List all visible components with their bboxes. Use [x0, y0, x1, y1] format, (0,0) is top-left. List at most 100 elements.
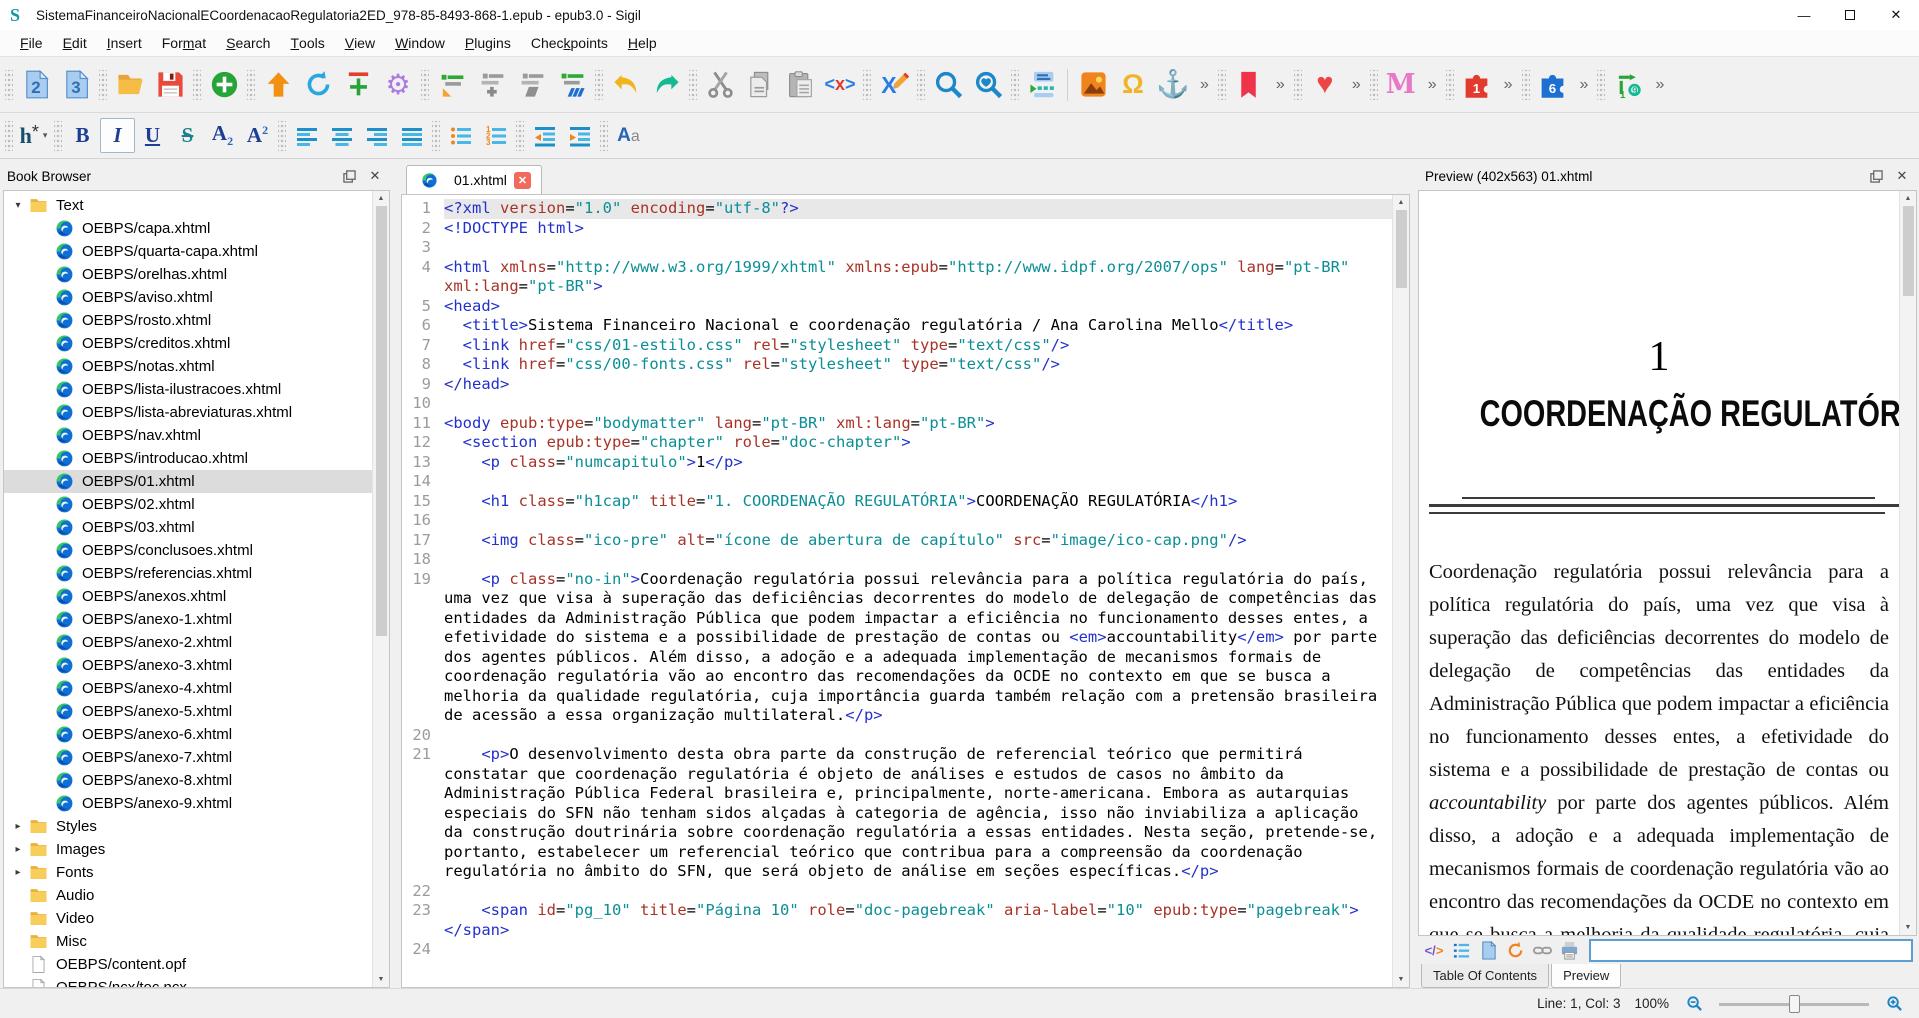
tree-item[interactable]: Video [4, 907, 372, 930]
special-character-button[interactable]: Ω [1113, 65, 1153, 105]
menu-help[interactable]: Help [618, 30, 667, 56]
tree-item[interactable]: OEBPS/introducao.xhtml [4, 447, 372, 470]
index-editor-button[interactable] [1022, 65, 1062, 105]
toolbar-grip[interactable] [5, 121, 13, 151]
tree-scrollbar[interactable]: ▲ ▼ [372, 191, 389, 987]
toc-view-button[interactable] [1449, 938, 1473, 962]
tree-item[interactable]: OEBPS/lista-abreviaturas.xhtml [4, 401, 372, 424]
plugin-1-button[interactable]: 1 [1457, 65, 1497, 105]
strikethrough-button[interactable]: S [170, 118, 205, 153]
bullet-list-button[interactable] [443, 118, 478, 153]
numbered-list-button[interactable]: 123 [478, 118, 513, 153]
scroll-thumb[interactable] [1396, 210, 1407, 288]
scroll-thumb[interactable] [1903, 206, 1914, 296]
align-center-button[interactable] [324, 118, 359, 153]
tree-item[interactable]: OEBPS/02.xhtml [4, 493, 372, 516]
tree-item[interactable]: OEBPS/ncx/toc.ncx [4, 976, 372, 987]
document-button[interactable] [1476, 938, 1500, 962]
favorites-button[interactable]: ♥ [1305, 65, 1345, 105]
toolbar-grip[interactable] [516, 121, 524, 151]
settings-button[interactable]: ⚙ [378, 65, 418, 105]
tree-item[interactable]: ▾Text [4, 194, 372, 217]
collapse-icon[interactable]: ▾ [10, 200, 26, 211]
expand-icon[interactable]: ▸ [10, 821, 26, 832]
file-tree[interactable]: ▾TextOEBPS/capa.xhtmlOEBPS/quarta-capa.x… [4, 191, 372, 987]
close-dock-icon[interactable]: ✕ [365, 166, 385, 186]
toolbar-overflow-icon[interactable]: » [1428, 76, 1436, 94]
dock-tab-preview[interactable]: Preview [1551, 964, 1621, 988]
tree-item[interactable]: ▸Fonts [4, 861, 372, 884]
float-dock-icon[interactable] [339, 166, 359, 186]
plugin-reorder-button[interactable]: 19 [1608, 65, 1648, 105]
tree-item[interactable]: OEBPS/anexo-3.xhtml [4, 654, 372, 677]
tree-item[interactable]: OEBPS/anexos.xhtml [4, 585, 372, 608]
tree-item[interactable]: OEBPS/quarta-capa.xhtml [4, 240, 372, 263]
scroll-down-icon[interactable]: ▼ [373, 972, 389, 987]
scroll-down-icon[interactable]: ▼ [1900, 920, 1916, 935]
print-button[interactable] [1557, 938, 1581, 962]
tree-item[interactable]: OEBPS/01.xhtml [4, 470, 372, 493]
minimize-button[interactable]: — [1781, 0, 1827, 30]
tree-item[interactable]: OEBPS/anexo-9.xhtml [4, 792, 372, 815]
tree-item[interactable]: OEBPS/referencias.xhtml [4, 562, 372, 585]
zoom-out-icon[interactable] [1683, 993, 1705, 1015]
heading-style-button[interactable]: h*▾ [16, 118, 51, 153]
insert-file-button[interactable] [338, 65, 378, 105]
code-editor[interactable]: 1<?xml version="1.0" encoding="utf-8"?>2… [402, 195, 1392, 987]
menu-view[interactable]: View [335, 30, 385, 56]
toolbar-grip[interactable] [1370, 70, 1378, 100]
toolbar-grip[interactable] [600, 121, 608, 151]
toolbar-grip[interactable] [1011, 70, 1019, 100]
link-cursor-button[interactable] [1530, 938, 1554, 962]
tree-item[interactable]: OEBPS/anexo-6.xhtml [4, 723, 372, 746]
tree-item[interactable]: Audio [4, 884, 372, 907]
toolbar-grip[interactable] [689, 70, 697, 100]
italic-button[interactable]: I [100, 118, 135, 153]
bold-button[interactable]: B [65, 118, 100, 153]
dictionary-button[interactable]: M [1381, 65, 1421, 105]
tree-item[interactable]: Misc [4, 930, 372, 953]
menu-insert[interactable]: Insert [97, 30, 152, 56]
toolbar-overflow-icon[interactable]: » [1276, 76, 1284, 94]
zoom-in-icon[interactable] [1883, 993, 1905, 1015]
tree-item[interactable]: OEBPS/orelhas.xhtml [4, 263, 372, 286]
underline-button[interactable]: U [135, 118, 170, 153]
toolbar-grip[interactable] [863, 70, 871, 100]
toolbar-overflow-icon[interactable]: » [1655, 76, 1663, 94]
expand-icon[interactable]: ▸ [10, 867, 26, 878]
tree-item[interactable]: OEBPS/lista-ilustracoes.xhtml [4, 378, 372, 401]
open-button[interactable] [110, 65, 150, 105]
tree-item[interactable]: ▸Styles [4, 815, 372, 838]
toolbar-grip[interactable] [1522, 70, 1530, 100]
dock-tab-table-of-contents[interactable]: Table Of Contents [1421, 964, 1549, 988]
epub2-version-button[interactable]: 2 [16, 65, 56, 105]
toolbar-grip[interactable] [432, 121, 440, 151]
toolbar-grip[interactable] [278, 121, 286, 151]
scroll-thumb[interactable] [376, 206, 387, 636]
checkpoint-restore-button[interactable] [472, 65, 512, 105]
toolbar-grip[interactable] [1218, 70, 1226, 100]
toolbar-grip[interactable] [193, 70, 201, 100]
change-case-button[interactable]: Aa [611, 118, 646, 153]
epub3-version-button[interactable]: 3 [56, 65, 96, 105]
tree-item[interactable]: OEBPS/notas.xhtml [4, 355, 372, 378]
editor-scrollbar[interactable]: ▲ ▼ [1392, 195, 1409, 987]
tree-item[interactable]: OEBPS/anexo-4.xhtml [4, 677, 372, 700]
menu-plugins[interactable]: Plugins [455, 30, 521, 56]
tree-item[interactable]: ▸Images [4, 838, 372, 861]
toolbar-grip[interactable] [99, 70, 107, 100]
menu-edit[interactable]: Edit [53, 30, 97, 56]
toolbar-grip[interactable] [5, 70, 13, 100]
cut-button[interactable] [700, 65, 740, 105]
toolbar-grip[interactable] [917, 70, 925, 100]
menu-tools[interactable]: Tools [280, 30, 334, 56]
toolbar-grip[interactable] [1294, 70, 1302, 100]
subscript-button[interactable]: A2 [205, 118, 240, 153]
toolbar-grip[interactable] [421, 70, 429, 100]
menu-file[interactable]: File [10, 30, 53, 56]
close-button[interactable]: ✕ [1873, 0, 1919, 30]
toolbar-overflow-icon[interactable]: » [1580, 76, 1588, 94]
toolbar-grip[interactable] [1446, 70, 1454, 100]
arrow-up-button[interactable] [258, 65, 298, 105]
superscript-button[interactable]: A2 [240, 118, 275, 153]
